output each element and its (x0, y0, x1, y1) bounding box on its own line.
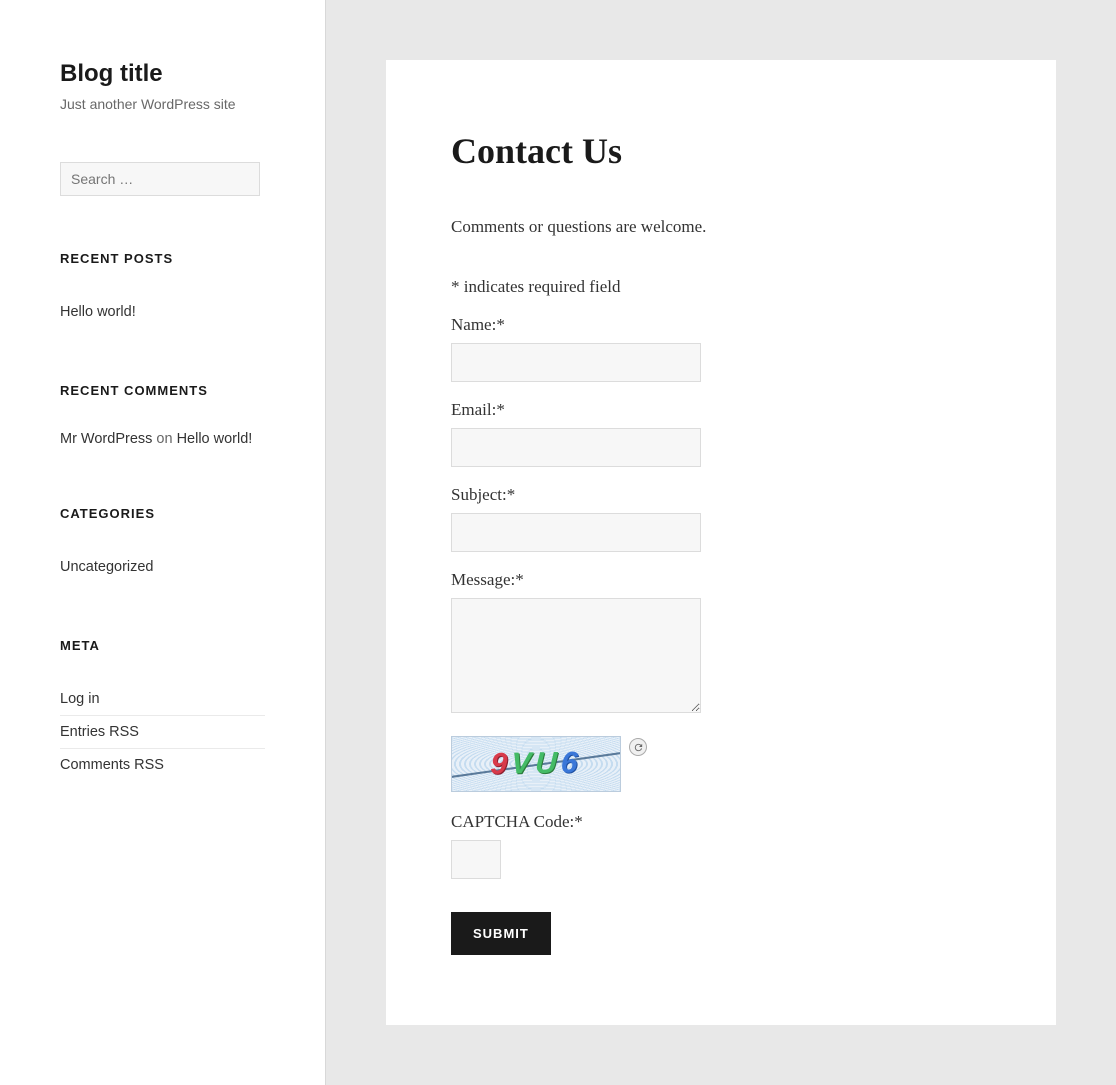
widget-title-recent-comments: RECENT COMMENTS (60, 383, 265, 398)
intro-text: Comments or questions are welcome. (451, 217, 991, 237)
comment-author-link[interactable]: Mr WordPress (60, 431, 152, 447)
field-message: Message:* (451, 570, 991, 718)
page-title: Contact Us (451, 130, 991, 172)
field-captcha: CAPTCHA Code:* (451, 812, 991, 879)
widget-categories: CATEGORIES Uncategorized (60, 506, 265, 583)
widget-title-categories: CATEGORIES (60, 506, 265, 521)
captcha-refresh-icon[interactable] (629, 738, 647, 756)
submit-button[interactable]: SUBMIT (451, 912, 551, 955)
site-tagline: Just another WordPress site (60, 96, 265, 112)
captcha-text: 9VU6 (451, 736, 621, 792)
input-message[interactable] (451, 598, 701, 713)
input-subject[interactable] (451, 513, 701, 552)
content-box: Contact Us Comments or questions are wel… (386, 60, 1056, 1025)
recent-post-item[interactable]: Hello world! (60, 296, 265, 328)
main-content-area: Contact Us Comments or questions are wel… (325, 0, 1116, 1085)
captcha-row: 9VU6 (451, 736, 991, 792)
search-input[interactable] (60, 162, 260, 196)
sidebar: Blog title Just another WordPress site R… (0, 0, 325, 1085)
meta-item-login[interactable]: Log in (60, 683, 265, 716)
input-email[interactable] (451, 428, 701, 467)
captcha-image: 9VU6 (451, 736, 621, 792)
widget-recent-posts: RECENT POSTS Hello world! (60, 251, 265, 328)
comment-on-text: on (152, 431, 176, 447)
category-item[interactable]: Uncategorized (60, 551, 265, 583)
meta-item-entries-rss[interactable]: Entries RSS (60, 716, 265, 749)
widget-title-recent-posts: RECENT POSTS (60, 251, 265, 266)
label-message: Message:* (451, 570, 991, 590)
comment-post-link[interactable]: Hello world! (177, 431, 253, 447)
label-email: Email:* (451, 400, 991, 420)
input-captcha[interactable] (451, 840, 501, 879)
widget-title-meta: META (60, 638, 265, 653)
input-name[interactable] (451, 343, 701, 382)
widget-meta: META Log in Entries RSS Comments RSS (60, 638, 265, 781)
field-name: Name:* (451, 315, 991, 382)
widget-recent-comments: RECENT COMMENTS Mr WordPress on Hello wo… (60, 383, 265, 451)
label-captcha: CAPTCHA Code:* (451, 812, 991, 832)
required-note: * indicates required field (451, 277, 991, 297)
recent-comment-item: Mr WordPress on Hello world! (60, 428, 265, 451)
label-subject: Subject:* (451, 485, 991, 505)
meta-item-comments-rss[interactable]: Comments RSS (60, 749, 265, 781)
label-name: Name:* (451, 315, 991, 335)
field-email: Email:* (451, 400, 991, 467)
field-subject: Subject:* (451, 485, 991, 552)
site-title: Blog title (60, 60, 265, 88)
